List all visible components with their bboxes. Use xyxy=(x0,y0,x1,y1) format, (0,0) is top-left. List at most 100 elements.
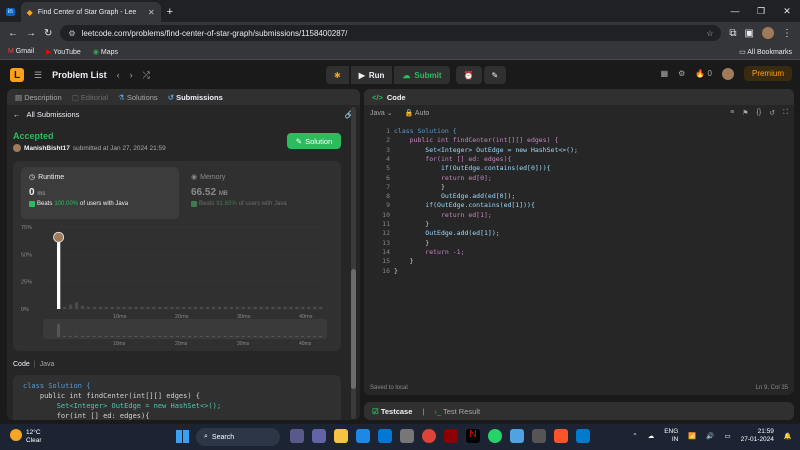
bar[interactable] xyxy=(301,306,305,309)
bar[interactable] xyxy=(146,306,150,309)
minimize-icon[interactable]: — xyxy=(722,0,748,22)
bar[interactable] xyxy=(128,306,132,309)
bar[interactable] xyxy=(265,306,269,309)
bar[interactable] xyxy=(295,306,299,309)
bar[interactable] xyxy=(182,306,186,309)
bar[interactable] xyxy=(283,306,287,309)
bar[interactable] xyxy=(193,306,198,309)
bar[interactable] xyxy=(211,306,216,309)
bar[interactable] xyxy=(277,306,281,309)
reload-icon[interactable]: ↻ xyxy=(44,28,52,39)
bar[interactable] xyxy=(247,306,251,309)
weather-widget[interactable]: 12°C Clear xyxy=(10,429,42,445)
store-icon[interactable] xyxy=(532,429,546,443)
taskbar-search[interactable]: ⌕ Search xyxy=(196,428,280,446)
layout-grid-icon[interactable]: ▦ xyxy=(661,69,669,78)
left-scroll-thumb[interactable] xyxy=(351,269,356,389)
tab-editorial[interactable]: ▢ Editorial xyxy=(72,93,108,102)
bar[interactable] xyxy=(80,305,85,309)
close-tab-icon[interactable]: ✕ xyxy=(148,8,155,17)
netflix-icon[interactable]: N xyxy=(466,429,480,443)
solution-button[interactable]: ✎ Solution xyxy=(287,133,341,149)
clock[interactable]: 21:59 27-01-2024 xyxy=(741,428,774,444)
bookmark-star-icon[interactable]: ☆ xyxy=(706,29,713,38)
bar[interactable] xyxy=(229,306,233,309)
tab-testcase[interactable]: ☑ Testcase xyxy=(372,407,412,416)
bar[interactable] xyxy=(62,306,67,309)
run-button[interactable]: ▶ Run xyxy=(350,66,393,84)
bookmark-youtube[interactable]: ▶ YouTube xyxy=(46,48,81,56)
bar[interactable] xyxy=(86,306,91,309)
bookmark-gmail[interactable]: M Gmail xyxy=(8,48,34,55)
runtime-distribution-chart[interactable]: 75%50%25%0%10ms 20ms 30ms 40ms10ms 20ms 30ms 4… xyxy=(13,221,341,351)
bar[interactable] xyxy=(271,306,275,309)
all-submissions-bar[interactable]: ← All Submissions 🔗 xyxy=(7,105,360,123)
bar[interactable] xyxy=(158,306,162,309)
shuffle-icon[interactable]: ⤮ xyxy=(143,70,150,81)
bar[interactable] xyxy=(319,306,323,309)
onedrive-icon[interactable]: ☁ xyxy=(648,432,655,440)
notifications-icon[interactable]: 🔔 xyxy=(784,432,792,440)
tab-test-result[interactable]: ›_ Test Result xyxy=(434,407,480,416)
timer-button[interactable]: ⏰ xyxy=(455,66,482,84)
tab-solutions[interactable]: ⚗ Solutions xyxy=(118,93,158,102)
tab-leetcode[interactable]: ◆ Find Center of Star Graph - Lee ✕ xyxy=(20,2,161,22)
fullscreen-icon[interactable]: ⛶ xyxy=(783,109,788,117)
settings-app-icon[interactable] xyxy=(400,429,414,443)
sidepanel-icon[interactable]: ▣ xyxy=(745,28,754,39)
whatsapp-icon[interactable] xyxy=(488,429,502,443)
prev-problem-icon[interactable]: ‹ xyxy=(117,70,120,80)
code-editor[interactable]: 1 class Solution {2 public int findCenter… xyxy=(364,127,794,377)
code-tab[interactable]: </> Code xyxy=(364,89,794,105)
back-icon[interactable]: ← xyxy=(8,28,18,39)
task-view-icon[interactable] xyxy=(290,429,304,443)
next-problem-icon[interactable]: › xyxy=(130,70,133,80)
profile-avatar[interactable] xyxy=(762,27,774,39)
bar[interactable] xyxy=(170,306,174,309)
runtime-card[interactable]: ◷ Runtime 0 ms Beats 100.00% of users with … xyxy=(21,167,179,219)
bar[interactable] xyxy=(313,306,317,309)
auto-toggle[interactable]: 🔒 Auto xyxy=(405,109,430,117)
bar[interactable] xyxy=(289,306,293,309)
vscode-icon[interactable] xyxy=(576,429,590,443)
close-window-icon[interactable]: ✕ xyxy=(774,0,800,22)
debug-button[interactable]: ✱ xyxy=(326,66,349,84)
bar[interactable] xyxy=(140,306,144,309)
format-icon[interactable]: ≡ xyxy=(730,109,734,117)
bar[interactable] xyxy=(152,306,156,309)
submitter-name[interactable]: ManishBisht17 xyxy=(24,145,70,152)
bar[interactable] xyxy=(176,306,180,309)
maximize-icon[interactable]: ❐ xyxy=(748,0,774,22)
bar[interactable] xyxy=(92,306,97,309)
teams-icon[interactable] xyxy=(312,429,326,443)
bar[interactable] xyxy=(134,306,138,309)
tab-description[interactable]: ▤ Description xyxy=(15,93,62,102)
bar[interactable] xyxy=(122,306,126,309)
problem-list-link[interactable]: Problem List xyxy=(52,70,107,80)
notes-button[interactable]: ✎ xyxy=(483,66,507,84)
bookmark-icon[interactable]: ⚑ xyxy=(742,109,748,117)
battery-icon[interactable]: ▭ xyxy=(725,432,731,440)
app-icon[interactable] xyxy=(444,429,458,443)
language-indicator[interactable]: ENG IN xyxy=(664,428,678,444)
streak-counter[interactable]: 🔥 0 xyxy=(695,69,712,78)
all-bookmarks[interactable]: ▭ All Bookmarks xyxy=(739,48,792,56)
user-avatar[interactable] xyxy=(721,67,734,80)
bar[interactable] xyxy=(241,306,245,309)
bar[interactable] xyxy=(110,306,114,309)
bar[interactable] xyxy=(223,306,228,309)
tray-chevron-icon[interactable]: ⌃ xyxy=(632,432,637,440)
site-info-icon[interactable]: ⚙ xyxy=(68,29,75,38)
url-field[interactable]: ⚙ leetcode.com/problems/find-center-of-s… xyxy=(60,25,722,41)
bar[interactable] xyxy=(307,306,311,309)
edge-icon[interactable] xyxy=(356,429,370,443)
new-tab-button[interactable]: + xyxy=(161,2,179,22)
bar[interactable] xyxy=(253,306,257,309)
reset-icon[interactable]: ↺ xyxy=(769,109,775,117)
mail-icon[interactable] xyxy=(378,429,392,443)
bar[interactable] xyxy=(199,306,204,309)
settings-icon[interactable]: ⚙ xyxy=(678,69,685,78)
photos-icon[interactable] xyxy=(510,429,524,443)
arrow-left-icon[interactable]: ← xyxy=(13,110,21,119)
bar[interactable] xyxy=(98,306,102,309)
